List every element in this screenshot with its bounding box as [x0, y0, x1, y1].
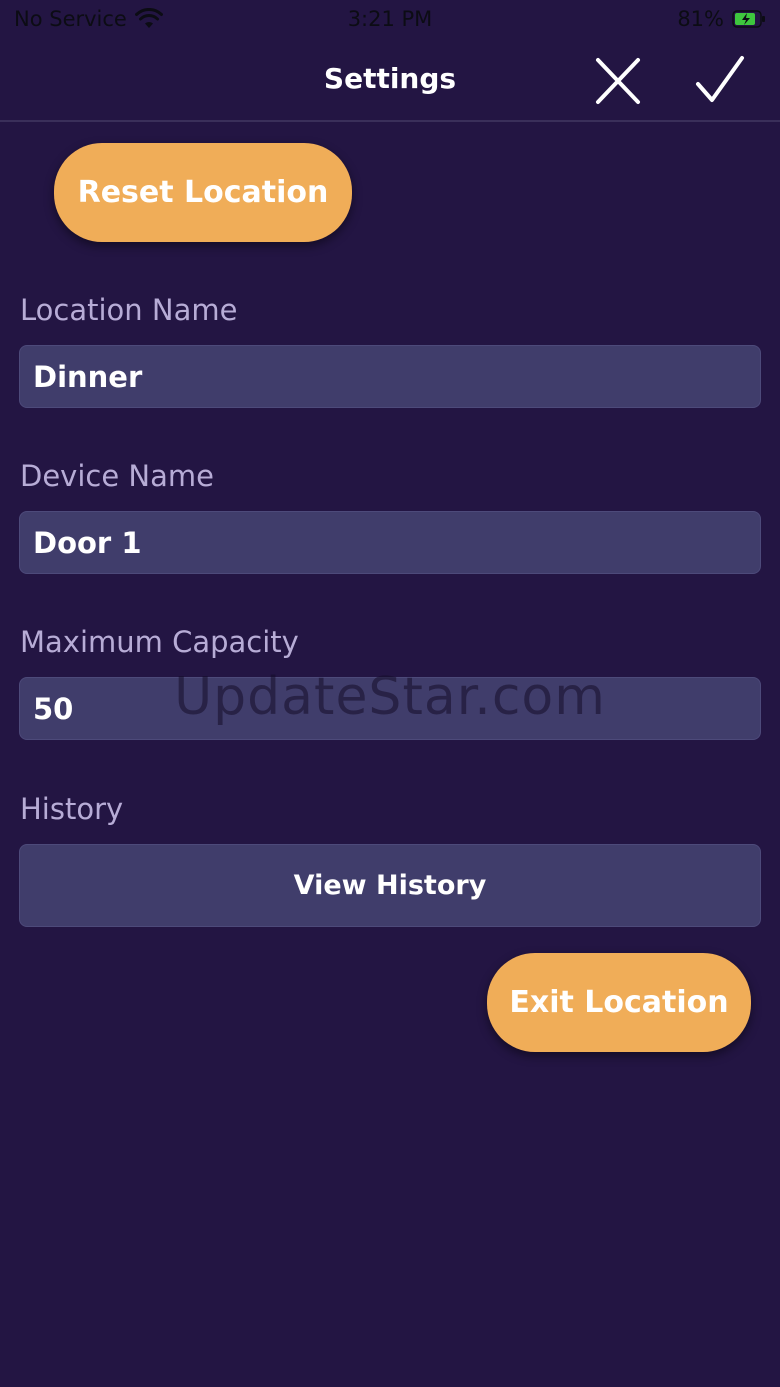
exit-location-button[interactable]: Exit Location	[487, 953, 751, 1052]
location-name-label: Location Name	[20, 293, 238, 327]
status-time: 3:21 PM	[347, 7, 433, 31]
maximum-capacity-label: Maximum Capacity	[20, 625, 299, 659]
view-history-label: View History	[293, 870, 487, 901]
checkmark-icon	[696, 56, 744, 102]
exit-location-label: Exit Location	[509, 985, 729, 1020]
battery-charging-icon	[732, 10, 765, 28]
history-label: History	[20, 792, 124, 826]
reset-location-button[interactable]: Reset Location	[54, 143, 352, 242]
close-button[interactable]	[590, 54, 646, 110]
device-name-input[interactable]	[19, 511, 761, 574]
location-name-input[interactable]	[19, 345, 761, 408]
device-name-label: Device Name	[20, 459, 214, 493]
page-title: Settings	[323, 62, 457, 95]
confirm-button[interactable]	[692, 54, 748, 110]
close-icon	[596, 58, 640, 104]
settings-screen: No Service 3:21 PM 81% Settings Reset Lo…	[0, 0, 780, 1387]
reset-location-label: Reset Location	[77, 175, 329, 210]
status-bar: No Service 3:21 PM 81%	[0, 0, 780, 40]
battery-percent: 81%	[677, 7, 724, 31]
maximum-capacity-input[interactable]	[19, 677, 761, 740]
nav-bar: Settings	[0, 40, 780, 122]
view-history-button[interactable]: View History	[19, 844, 761, 927]
status-right: 81%	[677, 7, 766, 31]
